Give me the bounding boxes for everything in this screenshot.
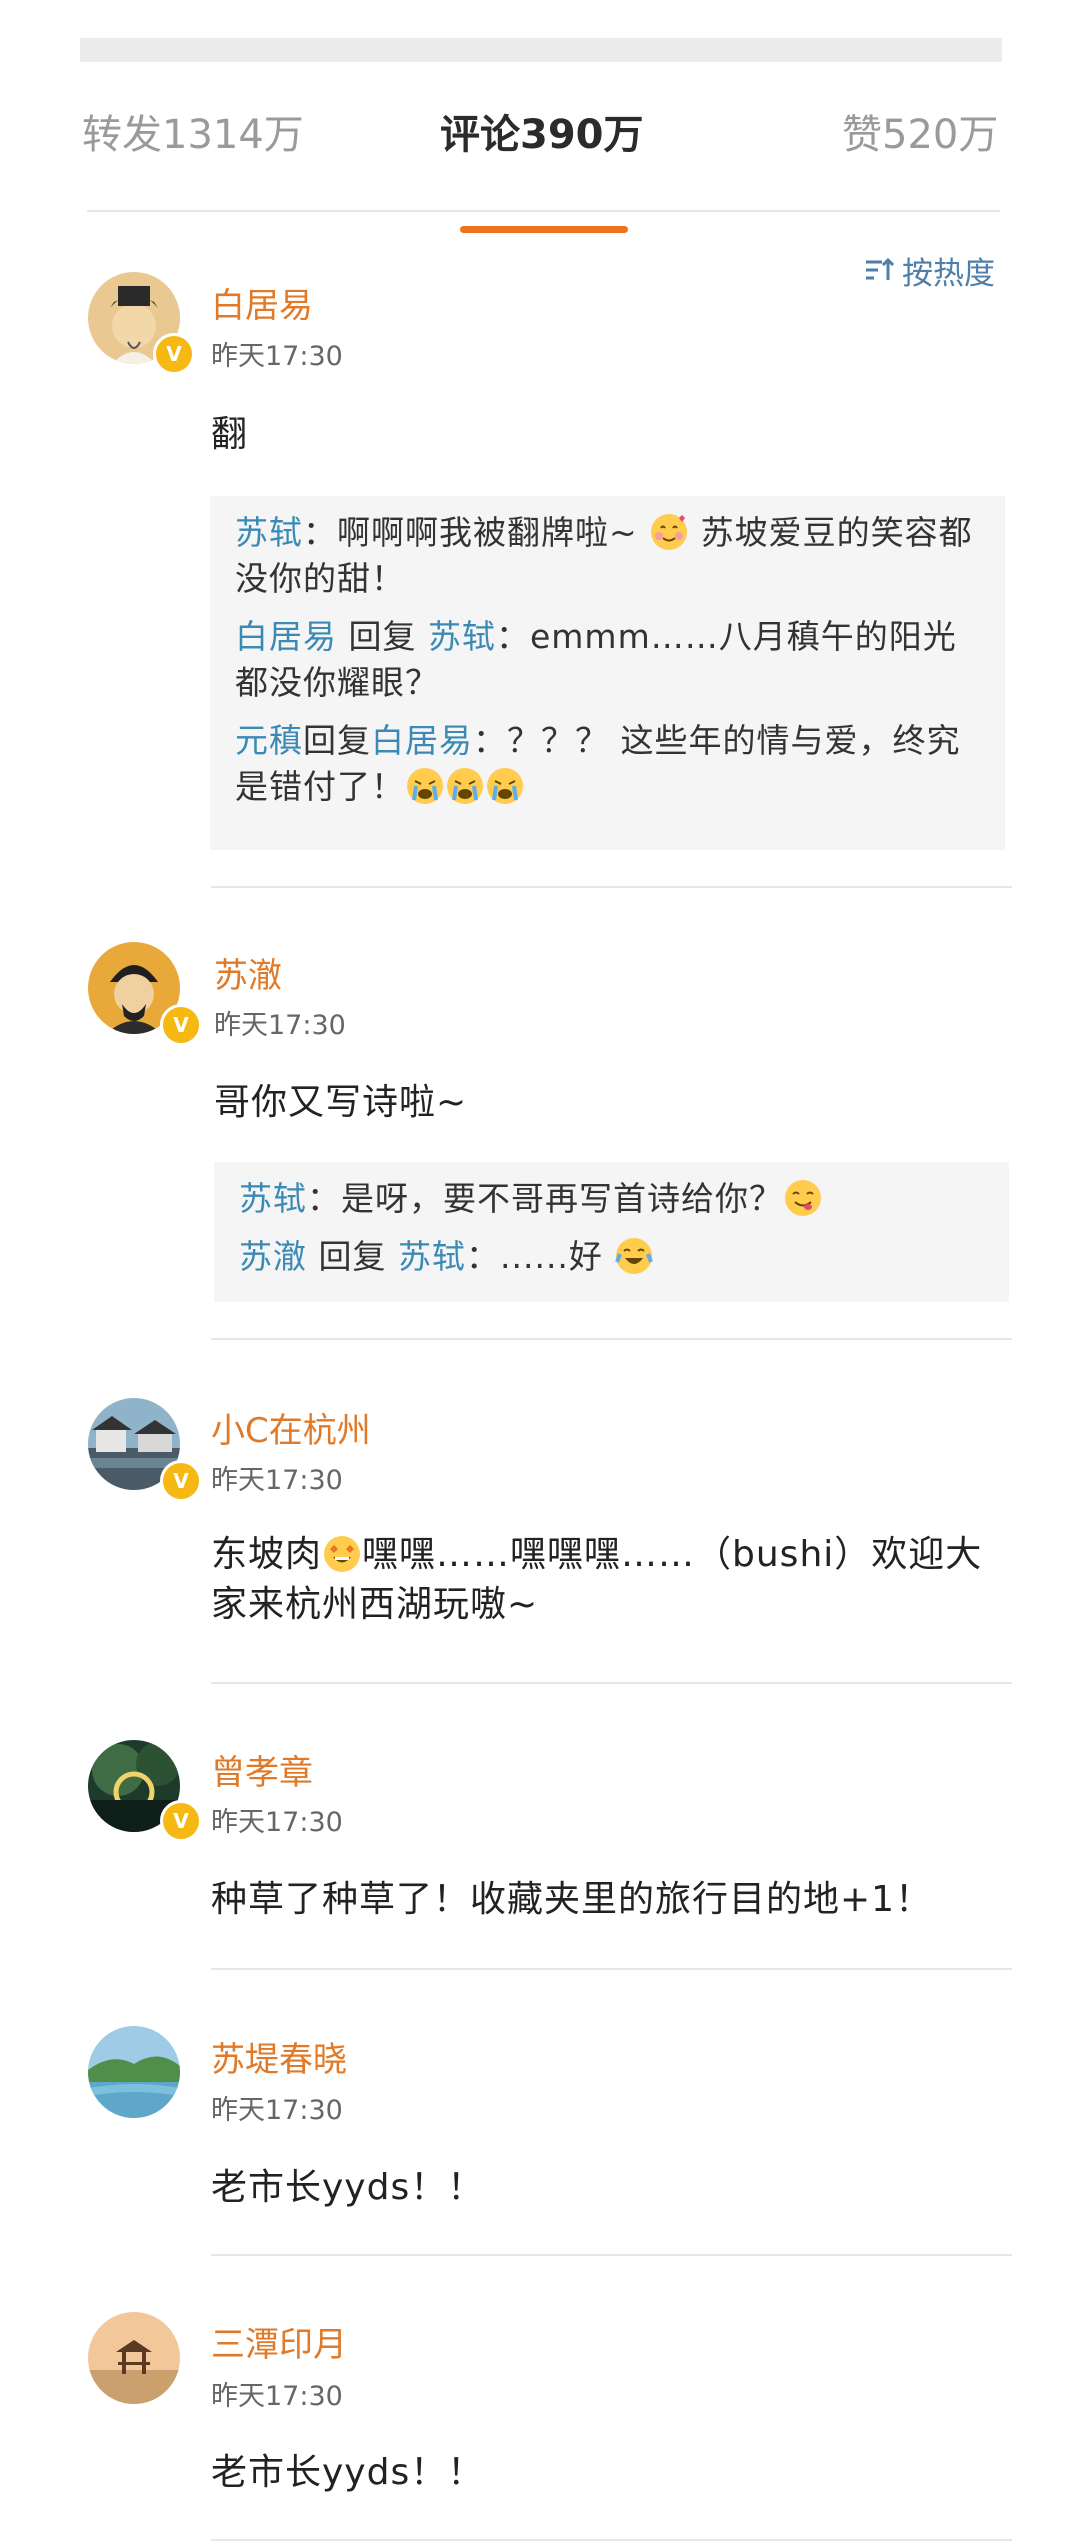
timestamp: 昨天17:30 — [214, 1010, 346, 1041]
comment-text: 东坡肉 嘿嘿……嘿嘿嘿……（bushi）欢迎大家来杭州西湖玩嗷~ — [211, 1530, 1011, 1630]
comment-divider — [211, 2254, 1012, 2256]
cry-emoji-icon — [445, 766, 485, 806]
comment-text: 哥你又写诗啦~ — [214, 1082, 468, 1123]
tab-likes[interactable]: 赞520万 — [842, 102, 998, 160]
reply-text: ：是呀，要不哥再写首诗给你？ — [307, 1179, 783, 1218]
yum-emoji-icon — [783, 1178, 823, 1218]
reply-line: 白居易 回复 苏轼：emmm……八月稹午的阳光都没你耀眼？ — [235, 614, 981, 706]
smile-emoji-icon — [649, 512, 689, 552]
reply-text: 回复 — [303, 721, 371, 760]
reply-box[interactable]: 苏轼：啊啊啊我被翻牌啦~ 苏坡爱豆的笑容都没你的甜！ 白居易 回复 苏轼：emm… — [210, 496, 1005, 850]
reply-username-link[interactable]: 苏轼 — [239, 1179, 307, 1218]
reply-box[interactable]: 苏轼：是呀，要不哥再写首诗给你？ 苏澈 回复 苏轼：......好 — [214, 1162, 1009, 1302]
comment-divider — [211, 2539, 1012, 2541]
cry-emoji-icon — [485, 766, 525, 806]
avatar[interactable] — [88, 2312, 180, 2404]
comment-text: 老市长yyds！！ — [211, 2167, 485, 2208]
timestamp: 昨天17:30 — [211, 341, 343, 372]
cry-emoji-icon — [405, 766, 445, 806]
active-tab-indicator — [460, 226, 628, 233]
reply-username-link[interactable]: 元稹 — [235, 721, 303, 760]
reply-text: ：......好 — [465, 1237, 615, 1276]
laugh-emoji-icon — [614, 1236, 654, 1276]
sort-icon — [866, 257, 894, 280]
reply-username-link[interactable]: 苏澈 — [239, 1237, 307, 1276]
username[interactable]: 苏澈 — [214, 948, 282, 997]
verified-badge-icon: V — [153, 333, 195, 375]
avatar[interactable] — [88, 2026, 180, 2118]
tab-repost[interactable]: 转发1314万 — [82, 102, 304, 160]
tab-bar: 转发1314万 评论390万 赞520万 — [0, 62, 1080, 233]
reply-text: 东坡肉 — [211, 1534, 323, 1575]
comment-divider — [211, 1338, 1012, 1340]
timestamp: 昨天17:30 — [211, 2095, 343, 2126]
comment-divider — [211, 886, 1012, 888]
reply-text: ：啊啊啊我被翻牌啦~ — [303, 513, 650, 552]
star-emoji-icon — [322, 1534, 362, 1574]
reply-username-link[interactable]: 苏轼 — [398, 1237, 466, 1276]
reply-line: 苏澈 回复 苏轼：......好 — [239, 1234, 985, 1280]
reply-line: 苏轼：是呀，要不哥再写首诗给你？ — [239, 1176, 985, 1222]
reply-username-link[interactable]: 白居易 — [235, 617, 337, 656]
verified-badge-icon: V — [160, 1800, 202, 1842]
sort-by-hot-button[interactable]: 按热度 — [862, 248, 995, 293]
comment-text: 老市长yyds！！ — [211, 2452, 485, 2493]
timestamp: 昨天17:30 — [211, 1465, 343, 1496]
verified-badge-icon: V — [160, 1004, 202, 1046]
comment-divider — [211, 1682, 1012, 1684]
reply-line: 元稹回复白居易：？？？ 这些年的情与爱，终究是错付了！ — [235, 718, 981, 810]
comment-text: 种草了种草了！收藏夹里的旅行目的地+1！ — [211, 1879, 933, 1920]
tab-comments[interactable]: 评论390万 — [440, 102, 644, 160]
tabs-divider — [87, 210, 1000, 212]
timestamp: 昨天17:30 — [211, 1807, 343, 1838]
username[interactable]: 三潭印月 — [211, 2317, 347, 2366]
reply-text: 回复 — [307, 1237, 398, 1276]
username[interactable]: 小C在杭州 — [211, 1403, 371, 1452]
verified-badge-icon: V — [160, 1460, 202, 1502]
reply-text: 回复 — [337, 617, 428, 656]
sort-label: 按热度 — [902, 256, 995, 292]
reply-line: 苏轼：啊啊啊我被翻牌啦~ 苏坡爱豆的笑容都没你的甜！ — [235, 510, 981, 602]
username[interactable]: 曾孝章 — [211, 1745, 313, 1794]
comment-text: 翻 — [211, 414, 249, 455]
username[interactable]: 白居易 — [211, 278, 313, 327]
reply-username-link[interactable]: 苏轼 — [428, 617, 496, 656]
reply-username-link[interactable]: 苏轼 — [235, 513, 303, 552]
top-bar — [80, 38, 1002, 62]
username[interactable]: 苏堤春晓 — [211, 2032, 347, 2081]
reply-username-link[interactable]: 白居易 — [371, 721, 473, 760]
timestamp: 昨天17:30 — [211, 2381, 343, 2412]
comment-divider — [211, 1968, 1012, 1970]
